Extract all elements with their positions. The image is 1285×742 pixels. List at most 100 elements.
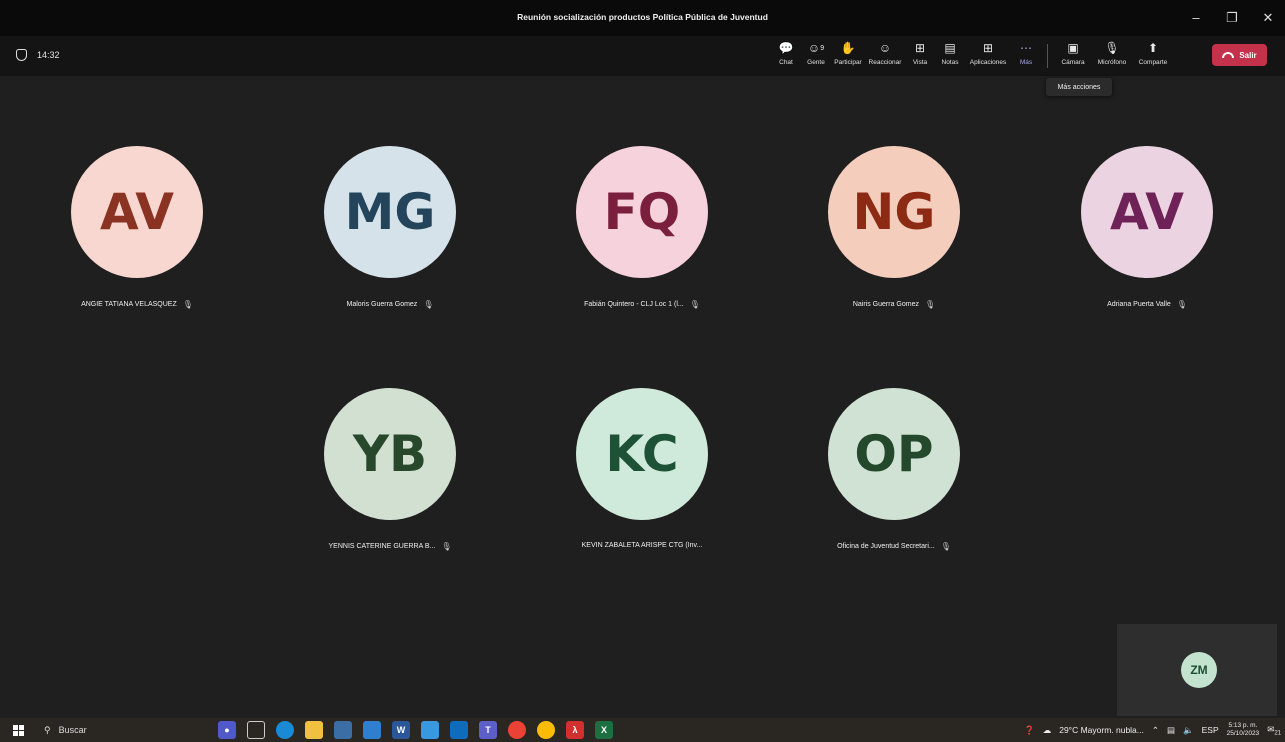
chat-icon: 💬	[778, 41, 794, 55]
start-button[interactable]	[0, 718, 36, 742]
taskbar-search[interactable]: ⚲ Buscar	[36, 718, 176, 742]
tool-chat[interactable]: 💬 Chat	[771, 40, 801, 68]
chrome-profile-icon[interactable]	[537, 721, 555, 739]
participant-avatar: KC	[576, 388, 708, 520]
tool-more[interactable]: ⋯ Más	[1011, 40, 1041, 68]
network-icon[interactable]: ▤	[1167, 725, 1175, 736]
participant-avatar: FQ	[576, 146, 708, 278]
window-title: Reunión socialización productos Política…	[517, 12, 768, 22]
people-app-icon[interactable]: ●	[218, 721, 236, 739]
grid-icon: ⊞	[914, 41, 926, 55]
title-bar: Reunión socialización productos Política…	[0, 0, 1285, 36]
tool-notes[interactable]: ▤ Notas	[935, 40, 965, 68]
self-avatar: ZM	[1181, 652, 1217, 688]
store-icon[interactable]	[334, 721, 352, 739]
window-controls: – ❐ ✕	[1187, 9, 1277, 27]
mic-off-icon: 🎙	[441, 542, 452, 551]
participant-avatar: NG	[828, 146, 960, 278]
taskbar-apps: ● W T λ X	[218, 721, 613, 739]
participant-tile[interactable]: YB YENNIS CATERINE GUERRA B... 🎙	[315, 388, 465, 551]
mail-icon[interactable]	[450, 721, 468, 739]
mic-off-icon: 🎙	[689, 300, 700, 309]
file-explorer-icon[interactable]	[305, 721, 323, 739]
participant-tile[interactable]: KC KEVIN ZABALETA ARISPE CTG (Inv...	[567, 388, 717, 549]
participant-name: Maloris Guerra Gomez	[346, 301, 418, 308]
weather-icon: ☁	[1042, 724, 1052, 735]
restore-icon[interactable]: ❐	[1223, 9, 1241, 27]
participant-tile[interactable]: MG Maloris Guerra Gomez 🎙	[315, 146, 465, 309]
participant-name: Fabián Quintero - CLJ Loc 1 (l...	[584, 301, 684, 308]
self-view[interactable]: ZM	[1117, 624, 1277, 716]
camera-off-icon: ▣	[1067, 41, 1079, 55]
teams-meeting-window: Reunión socialización productos Política…	[0, 0, 1285, 742]
more-icon: ⋯	[1020, 41, 1032, 55]
tool-mic[interactable]: 🎙 Micrófono	[1090, 40, 1134, 68]
shield-icon	[16, 49, 27, 61]
participant-name: ANGIE TATIANA VELASQUEZ	[81, 301, 177, 308]
participant-avatar: AV	[71, 146, 203, 278]
leave-button[interactable]: Salir	[1212, 44, 1267, 66]
tool-camera[interactable]: ▣ Cámara	[1056, 40, 1090, 68]
language-indicator[interactable]: ESP	[1202, 725, 1219, 735]
mic-off-icon: 🎙	[940, 542, 951, 551]
word-icon[interactable]: W	[392, 721, 410, 739]
tool-people[interactable]: ☺ 9 Gente	[801, 40, 831, 68]
participant-name: KEVIN ZABALETA ARISPE CTG (Inv...	[581, 542, 703, 549]
participant-avatar: AV	[1081, 146, 1213, 278]
teams-icon[interactable]: T	[479, 721, 497, 739]
more-actions-tooltip: Más acciones	[1046, 78, 1112, 96]
smile-icon: ☺	[878, 41, 892, 55]
weather-text[interactable]: 29°C Mayorm. nubla...	[1059, 725, 1144, 735]
participant-tile[interactable]: AV ANGIE TATIANA VELASQUEZ 🎙	[62, 146, 212, 309]
meeting-toolbar: 14:32 💬 Chat ☺ 9 Gente ✋ Participar ☺ Rea…	[0, 36, 1285, 76]
share-icon: ⬆	[1147, 41, 1159, 55]
tool-apps[interactable]: ⊞ Aplicaciones	[965, 40, 1011, 68]
participant-name: YENNIS CATERINE GUERRA B...	[328, 543, 436, 550]
mic-off-icon: 🎙	[423, 300, 434, 309]
mic-off-icon: 🎙	[1176, 300, 1187, 309]
participant-name: Adriana Puerta Valle	[1107, 301, 1171, 308]
system-tray: ❓ ☁ 29°C Mayorm. nubla... ⌃ ▤ 🔈 ESP 5:13…	[1024, 718, 1281, 742]
task-view-icon[interactable]	[247, 721, 265, 739]
mic-off-icon: 🎙	[924, 300, 936, 309]
acrobat-icon[interactable]: λ	[566, 721, 584, 739]
tool-view[interactable]: ⊞ Vista	[905, 40, 935, 68]
participant-avatar: MG	[324, 146, 456, 278]
participant-tile[interactable]: AV Adriana Puerta Valle 🎙	[1072, 146, 1222, 309]
app-icon[interactable]	[421, 721, 439, 739]
meeting-tools: 💬 Chat ☺ 9 Gente ✋ Participar ☺ Reacciona…	[771, 40, 1172, 68]
participant-avatar: OP	[828, 388, 960, 520]
participant-name: Nairis Guerra Gomez	[852, 301, 919, 308]
chevron-up-icon[interactable]: ⌃	[1152, 725, 1159, 736]
mic-off-icon: 🎙	[182, 300, 193, 309]
search-icon: ⚲	[44, 724, 51, 735]
participant-avatar: YB	[324, 388, 456, 520]
volume-icon[interactable]: 🔈	[1183, 725, 1194, 736]
close-icon[interactable]: ✕	[1259, 9, 1277, 27]
tool-share[interactable]: ⬆ Comparte	[1134, 40, 1172, 68]
phone-icon	[1222, 52, 1235, 58]
tool-raise-hand[interactable]: ✋ Participar	[831, 40, 865, 68]
windows-logo-icon	[12, 724, 24, 736]
elapsed-time: 14:32	[37, 50, 60, 60]
plus-icon: ⊞	[982, 41, 994, 55]
participant-name: Oficina de Juventud Secretari...	[837, 543, 935, 550]
toolbar-divider	[1047, 44, 1048, 68]
participant-tile[interactable]: FQ Fabián Quintero - CLJ Loc 1 (l... 🎙	[567, 146, 717, 309]
participant-tile[interactable]: OP Oficina de Juventud Secretari... 🎙	[819, 388, 969, 551]
chrome-icon[interactable]	[508, 721, 526, 739]
dropbox-icon[interactable]	[363, 721, 381, 739]
windows-taskbar: ⚲ Buscar ● W T λ X ❓ ☁ 29°C Mayorm. nubl…	[0, 718, 1285, 742]
notifications-icon[interactable]: ✉21	[1267, 724, 1281, 737]
excel-icon[interactable]: X	[595, 721, 613, 739]
help-icon[interactable]: ❓	[1024, 725, 1035, 736]
mic-off-icon: 🎙	[1104, 41, 1120, 55]
participant-tile[interactable]: NG Nairis Guerra Gomez 🎙	[819, 146, 969, 309]
people-icon: ☺ 9	[807, 41, 825, 55]
meeting-timer: 14:32	[16, 49, 60, 61]
notes-icon: ▤	[944, 41, 956, 55]
edge-icon[interactable]	[276, 721, 294, 739]
clock[interactable]: 5:13 p. m. 25/10/2023	[1227, 722, 1260, 738]
tool-react[interactable]: ☺ Reaccionar	[865, 40, 905, 68]
minimize-icon[interactable]: –	[1187, 9, 1205, 27]
